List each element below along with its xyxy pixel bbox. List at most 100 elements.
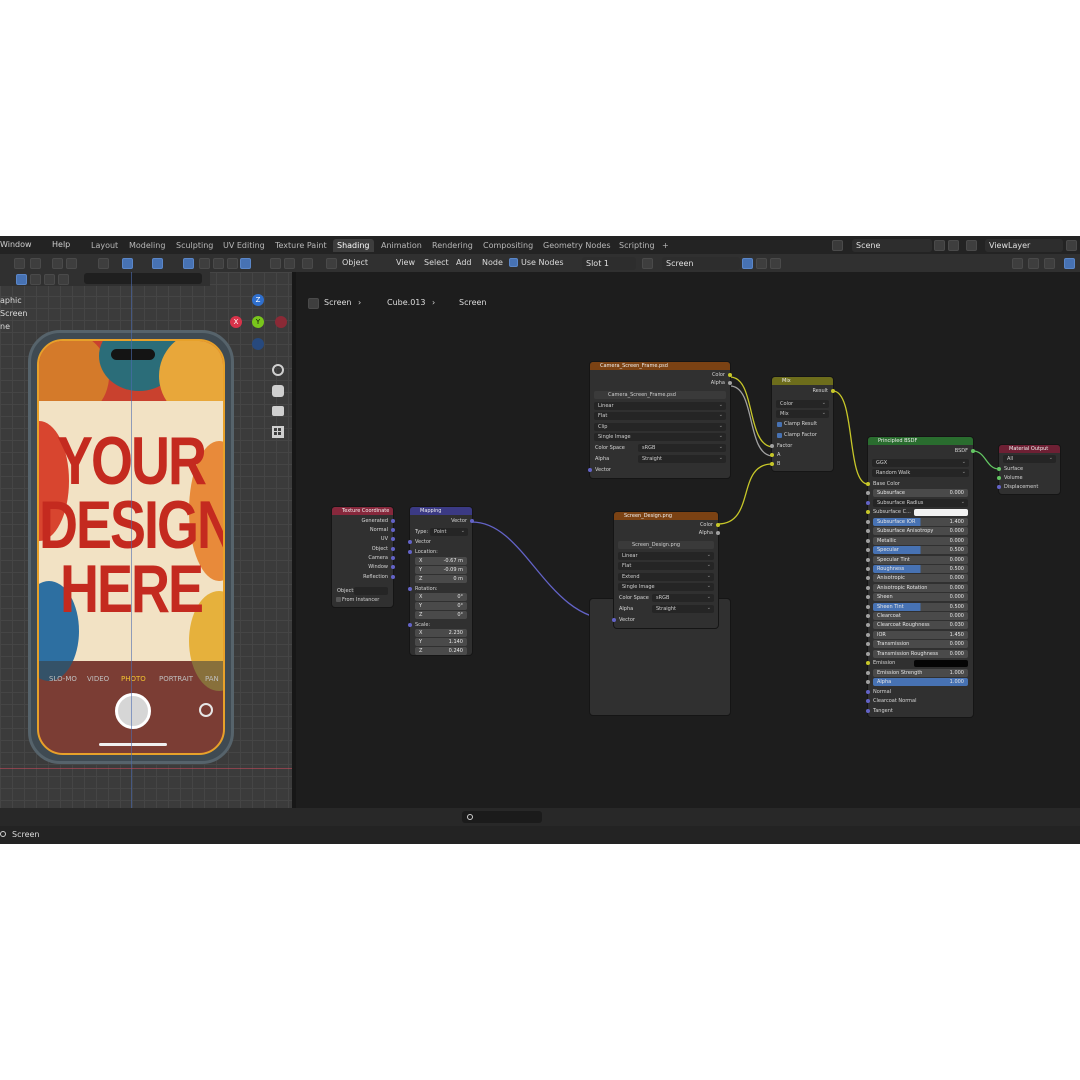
interpolation-dropdown[interactable]: Linear ⌄ [594, 402, 726, 410]
rotation-z-field[interactable]: Z 0° [415, 611, 467, 619]
color-space-dropdown[interactable]: sRGB ⌄ [638, 444, 726, 452]
bsdf-param-field[interactable]: Clearcoat 0.000 [873, 612, 968, 620]
subsurface-radius-dropdown[interactable]: Subsurface Radius ⌄ [873, 499, 968, 507]
interpolation-dropdown[interactable]: Linear ⌄ [618, 552, 714, 560]
gizmo-icon[interactable] [122, 258, 133, 269]
menu-select[interactable]: Select [424, 258, 449, 267]
subsurface-field[interactable]: Subsurface 0.000 [873, 489, 968, 497]
input-vector-socket[interactable] [408, 540, 412, 544]
scale-x-field[interactable]: X 2.230 [415, 629, 467, 637]
tab-uv-editing[interactable]: UV Editing [219, 239, 269, 252]
output-socket[interactable] [391, 547, 395, 551]
bsdf-param-field[interactable]: Clearcoat Roughness 0.030 [873, 621, 968, 630]
backdrop-icon[interactable] [1064, 258, 1075, 269]
material-icon[interactable] [642, 258, 653, 269]
menu-help[interactable]: Help [52, 240, 70, 249]
axis-neg-x-icon[interactable] [275, 316, 287, 328]
input-surface-socket[interactable] [997, 467, 1001, 471]
duplicate-icon[interactable] [948, 240, 959, 251]
object-icon[interactable] [326, 258, 337, 269]
tab-geometry-nodes[interactable]: Geometry Nodes [539, 239, 614, 252]
input-rotation-socket[interactable] [408, 587, 412, 591]
input-socket[interactable] [866, 576, 870, 581]
tab-rendering[interactable]: Rendering [428, 239, 477, 252]
rotate-icon[interactable] [58, 274, 69, 285]
node-header[interactable]: Principled BSDF [868, 437, 973, 445]
scale-z-field[interactable]: Z 0.240 [415, 647, 467, 655]
input-scale-socket[interactable] [408, 623, 412, 627]
axis-z-icon[interactable]: Z [252, 294, 264, 306]
move-icon[interactable] [44, 274, 55, 285]
location-x-field[interactable]: X -0.67 m [415, 557, 467, 565]
bsdf-param-field[interactable]: IOR 1.450 [873, 630, 968, 639]
visibility-icon[interactable] [98, 258, 109, 269]
source-dropdown[interactable]: Single Image ⌄ [594, 433, 726, 441]
output-alpha-socket[interactable] [716, 531, 720, 535]
bsdf-param-field[interactable]: Anisotropic Rotation 0.000 [873, 583, 968, 592]
3d-viewport[interactable]: aphic Screen ne Z X Y YOUR DESIGN HERE S… [0, 272, 292, 808]
emission-color-swatch[interactable] [914, 660, 968, 667]
image-texture-node-screen-design[interactable]: Screen_Design.png Color Alpha Screen_Des… [612, 512, 720, 628]
image-datablock[interactable]: Screen_Design.png [618, 541, 714, 549]
camera-icon[interactable] [284, 258, 295, 269]
distribution-dropdown[interactable]: GGX ⌄ [872, 459, 969, 467]
texture-coordinate-node[interactable]: Texture Coordinate Generated Normal UV O… [332, 507, 395, 607]
input-socket[interactable] [866, 614, 870, 618]
flip-camera-icon[interactable] [199, 703, 213, 717]
tab-animation[interactable]: Animation [377, 239, 426, 252]
input-socket[interactable] [866, 491, 870, 495]
mode-video[interactable]: VIDEO [87, 675, 109, 683]
source-dropdown[interactable]: Single Image ⌄ [618, 583, 714, 591]
node-header[interactable]: Mapping [410, 507, 472, 515]
menu-view[interactable]: View [396, 258, 415, 267]
bsdf-param-field[interactable]: Anisotropic 0.000 [873, 574, 968, 583]
axis-neg-z-icon[interactable] [252, 338, 264, 350]
input-vector-socket[interactable] [612, 618, 616, 622]
object-picker[interactable] [354, 587, 388, 595]
projection-dropdown[interactable]: Flat ⌄ [594, 412, 726, 420]
axis-y-icon[interactable]: Y [252, 316, 264, 328]
xray-icon[interactable] [183, 258, 194, 269]
fake-user-icon[interactable] [742, 258, 753, 269]
input-socket[interactable] [866, 623, 870, 628]
material-field[interactable]: Screen [662, 257, 740, 270]
timeline-search-input[interactable] [462, 811, 542, 823]
input-socket[interactable] [866, 529, 870, 534]
pin-icon[interactable] [934, 240, 945, 251]
shutter-button[interactable] [115, 693, 151, 729]
tab-sculpting[interactable]: Sculpting [172, 239, 217, 252]
node-header[interactable]: Screen_Design.png [614, 512, 718, 520]
output-socket[interactable] [391, 519, 395, 523]
pin-icon[interactable] [788, 258, 799, 269]
principled-bsdf-node[interactable]: Principled BSDF BSDF GGX ⌄ Random Walk ⌄ B… [866, 437, 975, 717]
output-socket[interactable] [391, 575, 395, 579]
tab-layout[interactable]: Layout [87, 239, 122, 252]
tab-shading[interactable]: Shading [333, 239, 374, 252]
tab-texture-paint[interactable]: Texture Paint [271, 239, 331, 252]
subsurface-color-swatch[interactable] [914, 509, 968, 516]
output-vector-socket[interactable] [470, 519, 474, 523]
input-volume-socket[interactable] [997, 476, 1001, 480]
node-header[interactable]: Mix [772, 377, 833, 385]
zoom-icon[interactable] [272, 364, 284, 376]
input-socket[interactable] [866, 604, 870, 609]
scene-icon[interactable] [832, 240, 843, 251]
mode-portrait[interactable]: PORTRAIT [159, 675, 193, 683]
solid-shading-icon[interactable] [213, 258, 224, 269]
editor-type-icon[interactable] [302, 258, 313, 269]
use-nodes-checkbox[interactable] [509, 258, 518, 267]
input-socket[interactable] [866, 699, 870, 703]
input-socket[interactable] [866, 642, 870, 647]
input-socket[interactable] [866, 520, 870, 524]
bsdf-param-field[interactable]: Metallic 0.000 [873, 536, 968, 545]
view-layer-icon[interactable] [966, 240, 977, 251]
output-socket[interactable] [391, 528, 395, 532]
input-socket[interactable] [866, 557, 870, 562]
snap-mode-icon[interactable] [1044, 258, 1055, 269]
axis-x-icon[interactable]: X [230, 316, 242, 328]
location-y-field[interactable]: Y -0.09 m [415, 566, 467, 574]
copy-material-icon[interactable] [756, 258, 767, 269]
input-socket[interactable] [866, 501, 870, 505]
input-socket[interactable] [866, 538, 870, 543]
scale-y-field[interactable]: Y 1.140 [415, 638, 467, 646]
